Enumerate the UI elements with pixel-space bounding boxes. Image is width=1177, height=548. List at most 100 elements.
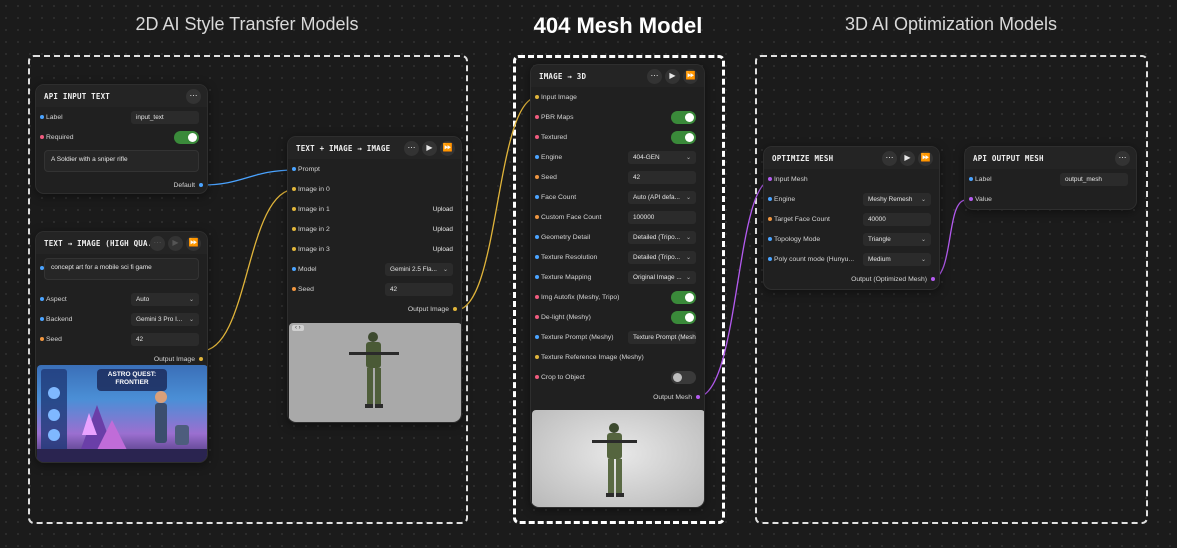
text-input[interactable]: A Soldier with a sniper rifle [44, 150, 199, 172]
more-options-icon[interactable]: ⋯ [882, 150, 897, 166]
port-dot[interactable] [535, 215, 539, 219]
port-dot[interactable] [969, 197, 973, 201]
port-dot[interactable] [535, 355, 539, 359]
port-dot[interactable] [292, 227, 296, 231]
port-dot[interactable] [768, 177, 772, 181]
port-dot[interactable] [535, 195, 539, 199]
upload-button[interactable]: Upload [433, 246, 453, 253]
seed-input[interactable]: 42 [385, 282, 453, 296]
fast-forward-icon[interactable]: ⏩ [683, 68, 698, 84]
param-toggle[interactable] [671, 110, 696, 124]
seed-input[interactable]: 42 [131, 332, 199, 346]
topology-select[interactable]: Triangle ⌄ [863, 232, 931, 246]
param-input[interactable]: 42 [628, 170, 696, 184]
param-select[interactable]: Detailed (Tripo... ⌄ [628, 250, 696, 264]
fast-forward-icon[interactable]: ⏩ [440, 140, 455, 156]
port-dot[interactable] [535, 135, 539, 139]
port-dot[interactable] [768, 197, 772, 201]
port-dot[interactable] [292, 207, 296, 211]
port-dot[interactable] [768, 257, 772, 261]
label-input[interactable]: output_mesh [1060, 172, 1128, 186]
output-port[interactable] [199, 357, 203, 361]
chevron-down-icon: ⌄ [920, 196, 926, 203]
param-select[interactable]: Original Image ... ⌄ [628, 270, 696, 284]
port-dot[interactable] [535, 95, 539, 99]
node-api-output-mesh[interactable]: API OUTPUT MESH ⋯ Label output_mesh Valu… [964, 146, 1137, 210]
port-dot[interactable] [535, 255, 539, 259]
port-dot[interactable] [40, 266, 44, 270]
aspect-select[interactable]: Auto ⌄ [131, 292, 199, 306]
more-options-icon[interactable]: ⋯ [150, 235, 165, 251]
output-port[interactable] [696, 395, 700, 399]
preview-nav-icon[interactable]: ‹ › [292, 325, 304, 331]
upload-button[interactable]: Upload [433, 206, 453, 213]
param-select[interactable]: 404-GEN ⌄ [628, 150, 696, 164]
target-face-input[interactable]: 40000 [863, 212, 931, 226]
param-select[interactable]: Auto (API defa... ⌄ [628, 190, 696, 204]
port-dot[interactable] [535, 175, 539, 179]
node-header[interactable]: TEXT + IMAGE → IMAGE ⋯ ▶ ⏩ [288, 137, 461, 159]
port-dot[interactable] [292, 287, 296, 291]
node-header[interactable]: API OUTPUT MESH ⋯ [965, 147, 1136, 169]
node-header[interactable]: OPTIMIZE MESH ⋯ ▶ ⏩ [764, 147, 939, 169]
port-dot[interactable] [535, 375, 539, 379]
port-dot[interactable] [40, 317, 44, 321]
param-toggle[interactable] [671, 310, 696, 324]
node-header[interactable]: TEXT → IMAGE (HIGH QUA... ⋯ ▶ ⏩ [36, 232, 207, 254]
node-image-to-3d[interactable]: IMAGE → 3D ⋯ ▶ ⏩ Input Image PBR Maps Text… [530, 64, 705, 508]
port-dot[interactable] [969, 177, 973, 181]
port-dot[interactable] [292, 267, 296, 271]
port-dot[interactable] [292, 247, 296, 251]
engine-select[interactable]: Meshy Remesh ⌄ [863, 192, 931, 206]
output-port[interactable] [453, 307, 457, 311]
fast-forward-icon[interactable]: ⏩ [918, 150, 933, 166]
run-icon[interactable]: ▶ [422, 140, 437, 156]
node-text-image-to-image[interactable]: TEXT + IMAGE → IMAGE ⋯ ▶ ⏩ Prompt Image … [287, 136, 462, 423]
node-text-to-image[interactable]: TEXT → IMAGE (HIGH QUA... ⋯ ▶ ⏩ concept … [35, 231, 208, 463]
port-dot[interactable] [40, 297, 44, 301]
param-toggle[interactable] [671, 290, 696, 304]
node-optimize-mesh[interactable]: OPTIMIZE MESH ⋯ ▶ ⏩ Input Mesh Engine Me… [763, 146, 940, 290]
port-dot[interactable] [535, 335, 539, 339]
port-dot[interactable] [768, 237, 772, 241]
node-header[interactable]: API INPUT TEXT ⋯ [36, 85, 207, 107]
port-dot[interactable] [535, 155, 539, 159]
prompt-input[interactable]: concept art for a mobile sci fi game [40, 258, 199, 280]
fast-forward-icon[interactable]: ⏩ [186, 235, 201, 251]
param-input[interactable]: 100000 [628, 210, 696, 224]
port-dot[interactable] [292, 187, 296, 191]
param-toggle[interactable] [671, 130, 696, 144]
output-port[interactable] [199, 183, 203, 187]
output-port[interactable] [931, 277, 935, 281]
port-dot[interactable] [40, 337, 44, 341]
param-input[interactable]: Texture Prompt (Mesh [628, 330, 696, 344]
port-dot[interactable] [40, 135, 44, 139]
label-input[interactable]: input_text [131, 110, 199, 124]
port-dot[interactable] [535, 235, 539, 239]
run-icon[interactable]: ▶ [900, 150, 915, 166]
poly-count-select[interactable]: Medium ⌄ [863, 252, 931, 266]
port-dot[interactable] [535, 315, 539, 319]
upload-button[interactable]: Upload [433, 226, 453, 233]
run-icon[interactable]: ▶ [665, 68, 680, 84]
select-value: Gemini 3 Pro I... [136, 315, 183, 323]
more-options-icon[interactable]: ⋯ [404, 140, 419, 156]
required-toggle[interactable] [174, 130, 199, 144]
more-options-icon[interactable]: ⋯ [1115, 150, 1130, 166]
port-dot[interactable] [40, 115, 44, 119]
param-row: PBR Maps [531, 107, 704, 127]
port-dot[interactable] [535, 295, 539, 299]
port-dot[interactable] [292, 167, 296, 171]
node-header[interactable]: IMAGE → 3D ⋯ ▶ ⏩ [531, 65, 704, 87]
backend-select[interactable]: Gemini 3 Pro I... ⌄ [131, 312, 199, 326]
node-api-input-text[interactable]: API INPUT TEXT ⋯ Label input_text Requir… [35, 84, 208, 194]
port-dot[interactable] [535, 115, 539, 119]
model-select[interactable]: Gemini 2.5 Fla... ⌄ [385, 262, 453, 276]
port-dot[interactable] [535, 275, 539, 279]
port-dot[interactable] [768, 217, 772, 221]
more-options-icon[interactable]: ⋯ [647, 68, 662, 84]
more-options-icon[interactable]: ⋯ [186, 88, 201, 104]
run-icon[interactable]: ▶ [168, 235, 183, 251]
param-toggle[interactable] [671, 370, 696, 384]
param-select[interactable]: Detailed (Tripo... ⌄ [628, 230, 696, 244]
